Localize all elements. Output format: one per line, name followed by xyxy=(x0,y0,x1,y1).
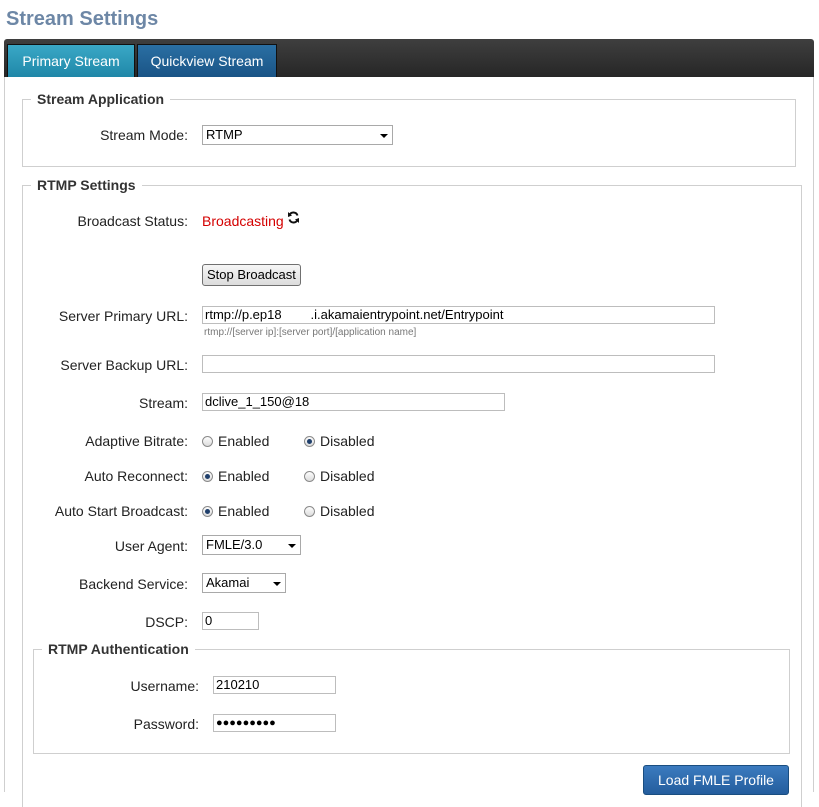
backend-service-label: Backend Service: xyxy=(79,576,188,592)
stream-mode-label: Stream Mode: xyxy=(100,127,188,143)
settings-panel: Stream Application Stream Mode: RTMP RTM… xyxy=(4,77,814,807)
user-agent-label: User Agent: xyxy=(114,538,188,554)
rtmp-settings-legend: RTMP Settings xyxy=(37,177,136,193)
adaptive-bitrate-disabled-label: Disabled xyxy=(320,433,375,449)
adaptive-bitrate-enabled-label: Enabled xyxy=(218,433,270,449)
rtmp-authentication-section: RTMP Authentication xyxy=(33,641,790,754)
auto-reconnect-label: Auto Reconnect: xyxy=(84,468,188,484)
server-backup-url-input[interactable] xyxy=(202,355,715,373)
auto-reconnect-enabled-label: Enabled xyxy=(218,468,270,484)
tab-quickview-stream[interactable]: Quickview Stream xyxy=(137,44,277,77)
auto-start-enabled-label: Enabled xyxy=(218,503,270,519)
auto-start-disabled-label: Disabled xyxy=(320,503,375,519)
backend-service-value: Akamai xyxy=(206,575,250,590)
tab-primary-stream[interactable]: Primary Stream xyxy=(7,44,135,77)
broadcast-status-label: Broadcast Status: xyxy=(77,213,188,229)
radio-icon xyxy=(304,505,315,517)
auto-reconnect-disabled-radio[interactable]: Disabled xyxy=(304,468,374,484)
refresh-icon[interactable] xyxy=(287,211,300,224)
stream-input[interactable]: dclive_1_150@18 xyxy=(202,393,505,411)
backend-service-select[interactable]: Akamai xyxy=(202,573,286,593)
stream-mode-value: RTMP xyxy=(206,127,243,142)
server-primary-url-input[interactable]: rtmp://p.ep18 .i.akamaientrypoint.net/En… xyxy=(202,306,715,324)
password-input[interactable]: ●●●●●●●●● xyxy=(213,714,336,732)
chevron-down-icon xyxy=(273,582,281,586)
auto-reconnect-disabled-label: Disabled xyxy=(320,468,375,484)
stream-label: Stream: xyxy=(138,395,188,411)
auto-start-disabled-radio[interactable]: Disabled xyxy=(304,503,374,519)
auto-start-enabled-radio[interactable]: Enabled xyxy=(202,503,269,519)
stream-mode-select[interactable]: RTMP xyxy=(202,125,393,145)
radio-selected-icon xyxy=(304,435,315,447)
tab-bar: Primary Stream Quickview Stream xyxy=(4,39,814,77)
broadcast-status-value: Broadcasting xyxy=(202,213,284,229)
user-agent-select[interactable]: FMLE/3.0 xyxy=(202,535,301,555)
server-primary-url-hint: rtmp://[server ip]:[server port]/[applic… xyxy=(204,327,417,338)
adaptive-bitrate-label: Adaptive Bitrate: xyxy=(85,433,188,449)
server-backup-url-label: Server Backup URL: xyxy=(60,357,188,373)
adaptive-bitrate-enabled-radio[interactable]: Enabled xyxy=(202,433,269,449)
user-agent-value: FMLE/3.0 xyxy=(206,537,263,552)
dscp-input[interactable]: 0 xyxy=(202,612,259,630)
chevron-down-icon xyxy=(380,134,388,138)
auto-reconnect-enabled-radio[interactable]: Enabled xyxy=(202,468,269,484)
radio-selected-icon xyxy=(202,470,213,482)
rtmp-authentication-legend: RTMP Authentication xyxy=(48,641,189,657)
stop-broadcast-button[interactable]: Stop Broadcast xyxy=(202,264,301,286)
radio-icon xyxy=(304,470,315,482)
radio-icon xyxy=(202,435,213,447)
adaptive-bitrate-disabled-radio[interactable]: Disabled xyxy=(304,433,374,449)
chevron-down-icon xyxy=(288,544,296,548)
radio-selected-icon xyxy=(202,505,213,517)
username-label: Username: xyxy=(130,678,199,694)
auto-start-broadcast-label: Auto Start Broadcast: xyxy=(54,503,188,519)
stream-application-legend: Stream Application xyxy=(37,91,165,107)
server-primary-url-label: Server Primary URL: xyxy=(58,308,188,324)
username-input[interactable]: 210210 xyxy=(213,676,336,694)
dscp-label: DSCP: xyxy=(145,614,188,630)
load-fmle-profile-button[interactable]: Load FMLE Profile xyxy=(643,765,789,795)
page-title: Stream Settings xyxy=(6,8,159,30)
password-label: Password: xyxy=(133,716,199,732)
